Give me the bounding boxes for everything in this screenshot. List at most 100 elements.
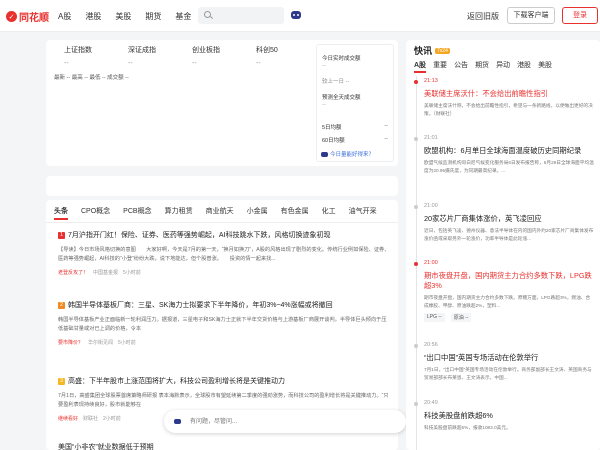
logo[interactable]: ✓ 同花顺 [6, 9, 49, 24]
flash-tab-movers[interactable]: 异动 [496, 60, 510, 73]
ai-assistant-icon[interactable] [291, 11, 301, 19]
back-to-old-version-link[interactable]: 返回旧版 [467, 11, 499, 22]
ask-input[interactable] [190, 415, 390, 428]
index-shenzhen[interactable]: 深证成指 -- [128, 45, 156, 67]
flash-item[interactable]: 21:01 欧盟机构：6月单日全球海面温度破历史同期纪录 欧盟气候监测机构哥白尼… [414, 135, 594, 174]
article-time: 5小时前 [118, 340, 136, 346]
article-title-row: 美国“小非农”就业数据低于预期 [58, 442, 390, 450]
flash-summary: 近日，包括英飞凌、德州仪器、意法半导体在内的国内外约20家芯片厂商集体发布涨价函… [424, 228, 594, 241]
nav-item-a-shares[interactable]: A股 [58, 11, 71, 22]
flash-item[interactable]: 20:49 科技美股盘前跌超6% 科技美股盘前跌超6%，报收1083.0美元。 [414, 400, 594, 439]
flash-time: 21:00 [424, 203, 438, 209]
related-symbol-tag[interactable]: LPG -- [424, 313, 445, 322]
flash-summary: 期市夜盘开盘，国内期货主力合约多数下跌。原糖方面，LPG跌超3%，燃油、合成橡胶… [424, 295, 591, 308]
flash-tab-futures[interactable]: 期货 [475, 60, 489, 73]
flash-summary: 欧盟气候监测机构哥白尼气候变化服务局6日发布报告称，6月29日全球海面平均温度为… [424, 160, 594, 173]
timeline-dot [414, 137, 418, 141]
tab-oil-gas[interactable]: 油气开采 [349, 206, 377, 220]
main-nav: A股 港股 美股 期货 基金 [58, 11, 191, 22]
rank-badge: 2 [58, 301, 65, 309]
turnover-panel: 今日实时成交额 -- 较上一日 -- 预测全天成交额 -- 5日均额 -- 60… [316, 44, 394, 162]
flash-item[interactable]: 21:00 期市夜盘开盘，国内期货主力合约多数下跌，LPG跌超3% 期市夜盘开盘… [414, 260, 594, 322]
article-title-row: 2 韩国半导体基板厂商：三星、SK海力士拟要求下半年降价，年初3%~4%涨幅或将… [58, 300, 390, 310]
article-summary: 韩国半导体基板产业正面临新一轮利润压力。据报道，三星电子和SK海力士正就下半年交… [58, 317, 387, 332]
flash-badge: 7x24 [435, 47, 450, 54]
timeline-dot [414, 80, 418, 84]
tab-headlines[interactable]: 头条 [54, 206, 68, 220]
tab-compute-lease[interactable]: 算力租赁 [165, 206, 193, 220]
tab-pcb[interactable]: PCB概念 [123, 206, 151, 220]
article-title-row: 3 高盛：下半年股市上涨范围将扩大，科技公司盈利增长将是关键推动力 [58, 376, 390, 386]
index-shanghai[interactable]: 上证指数 -- [64, 45, 92, 67]
nav-item-us-stocks[interactable]: 美股 [115, 11, 131, 22]
flash-summary: 7月1日，“出口中国”英国专场活动在伦敦举行。商务部副部长王文涛、英国商务与贸易… [424, 367, 592, 380]
ask-question-bar[interactable] [164, 410, 406, 433]
download-client-button[interactable]: 下载客户端 [507, 7, 555, 24]
article-source: 华尔街见闻 [88, 340, 114, 346]
index-name: 上证指数 [64, 47, 92, 54]
flash-headline: “出口中国”英国专场活动在伦敦举行 [424, 353, 539, 362]
flash-tab-hk[interactable]: 港股 [517, 60, 531, 73]
article-title: 高盛：下半年股市上涨范围将扩大，科技公司盈利增长将是关键推动力 [68, 378, 285, 385]
forecast-turnover-label: 预测全天成交额 [322, 95, 361, 101]
index-star50[interactable]: 科创50 -- [256, 45, 278, 67]
flash-time: 20:49 [424, 400, 438, 406]
flash-tab-a-shares[interactable]: A股 [414, 60, 427, 73]
flash-summary: 美联储主席沃什称，不会给出前瞻性指引，希望与一条新路线，以便做出更好的决策。（财… [424, 103, 593, 116]
article-title: 韩国半导体基板厂商：三星、SK海力士拟要求下半年降价，年初3%~4%涨幅或将撤回 [68, 302, 333, 309]
article-source: 中国基金报 [93, 270, 119, 276]
nav-item-futures[interactable]: 期货 [145, 11, 161, 22]
article-item[interactable]: 2 韩国半导体基板厂商：三星、SK海力士拟要求下半年降价，年初3%~4%涨幅或将… [58, 300, 390, 346]
flash-time: 21:01 [424, 135, 438, 141]
flash-item[interactable]: 20:56 “出口中国”英国专场活动在伦敦举行 7月1日，“出口中国”英国专场活… [414, 342, 594, 381]
tab-nonferrous[interactable]: 有色金属 [281, 206, 309, 220]
flash-item[interactable]: 21:00 20家芯片厂商集体涨价，英飞凌回应 近日，包括英飞凌、德州仪器、意法… [414, 203, 594, 242]
sixty-day-avg-value: -- [384, 136, 388, 142]
flash-title: 快讯 [414, 46, 433, 56]
logo-text: 同花顺 [19, 13, 49, 24]
timeline-dot [414, 402, 418, 406]
five-day-avg-label: 5日均额 [322, 125, 342, 131]
tab-aerospace[interactable]: 商业航天 [206, 206, 234, 220]
search-input[interactable] [214, 9, 280, 22]
sixty-day-avg-label: 60日均额 [322, 138, 345, 144]
flash-tabs: A股 重要 公告 期货 异动 港股 美股 [414, 60, 552, 73]
article-tag: 老登反攻了！ [58, 270, 89, 276]
article-meta: 要市降价？ 华尔街见闻 5小时前 [58, 339, 390, 346]
index-value: -- [64, 60, 69, 67]
nav-item-hk-stocks[interactable]: 港股 [85, 11, 101, 22]
flash-related-tags: LPG -- 原油 -- [424, 313, 594, 322]
index-chinext[interactable]: 创业板指 -- [192, 45, 220, 67]
article-tag: 继续看好 [58, 416, 79, 422]
article-title: 7月沪指开门红！保险、证券、医药等强势崛起，AI科技跳水下跌，风格切换迹象初现 [68, 232, 331, 239]
search-box[interactable] [198, 7, 284, 24]
article-summary: 7月1日，高盛集团全球股票首席策略师研报 表本海默表示，全球股市有望延续第二季度… [58, 393, 389, 408]
article-item[interactable]: 美国“小非农”就业数据低于预期 [58, 442, 390, 450]
login-button[interactable]: 登录 [562, 7, 598, 24]
today-turnover-label: 今日实时成交额 [322, 56, 361, 62]
nav-item-funds[interactable]: 基金 [175, 11, 191, 22]
flash-tab-us[interactable]: 美股 [538, 60, 552, 73]
flash-time: 20:56 [424, 342, 438, 348]
tab-minor-metals[interactable]: 小金属 [247, 206, 268, 220]
flash-headline: 期市夜盘开盘，国内期货主力合约多数下跌，LPG跌超3% [424, 271, 592, 290]
related-symbol-tag[interactable]: 原油 -- [450, 313, 472, 322]
flash-tab-important[interactable]: 重要 [433, 60, 447, 73]
flash-tab-announcements[interactable]: 公告 [454, 60, 468, 73]
search-icon [204, 11, 211, 18]
flash-item[interactable]: 21:13 美联储主席沃什：不会给出前瞻性指引 美联储主席沃什称，不会给出前瞻性… [414, 78, 594, 117]
timeline-dot [414, 262, 418, 266]
forecast-turnover-value: -- [322, 102, 326, 108]
market-overview-card: 上证指数 -- 深证成指 -- 创业板指 -- 科创50 -- 最新 -- 最高… [46, 40, 398, 166]
tab-cpo[interactable]: CPO概念 [81, 206, 110, 220]
ai-assistant-icon [174, 419, 181, 424]
top-navigation-bar: ✓ 同花顺 A股 港股 美股 期货 基金 返回旧版 下载客户端 登录 [0, 0, 600, 32]
article-source: 财联社 [83, 416, 99, 422]
volume-analysis-link[interactable]: 今日量能好得来？ [321, 150, 374, 158]
article-item[interactable]: 1 7月沪指开门红！保险、证券、医药等强势崛起，AI科技跳水下跌，风格切换迹象初… [58, 230, 390, 276]
market-breadth-row: 最新 -- 最高 -- 最低 -- 成交额 -- [54, 73, 129, 81]
tab-chemicals[interactable]: 化工 [322, 206, 336, 220]
logo-icon: ✓ [6, 11, 17, 22]
placeholder-card [46, 176, 398, 196]
flash-summary: 科技美股盘前跌超6%，报收1083.0美元。 [424, 425, 511, 430]
